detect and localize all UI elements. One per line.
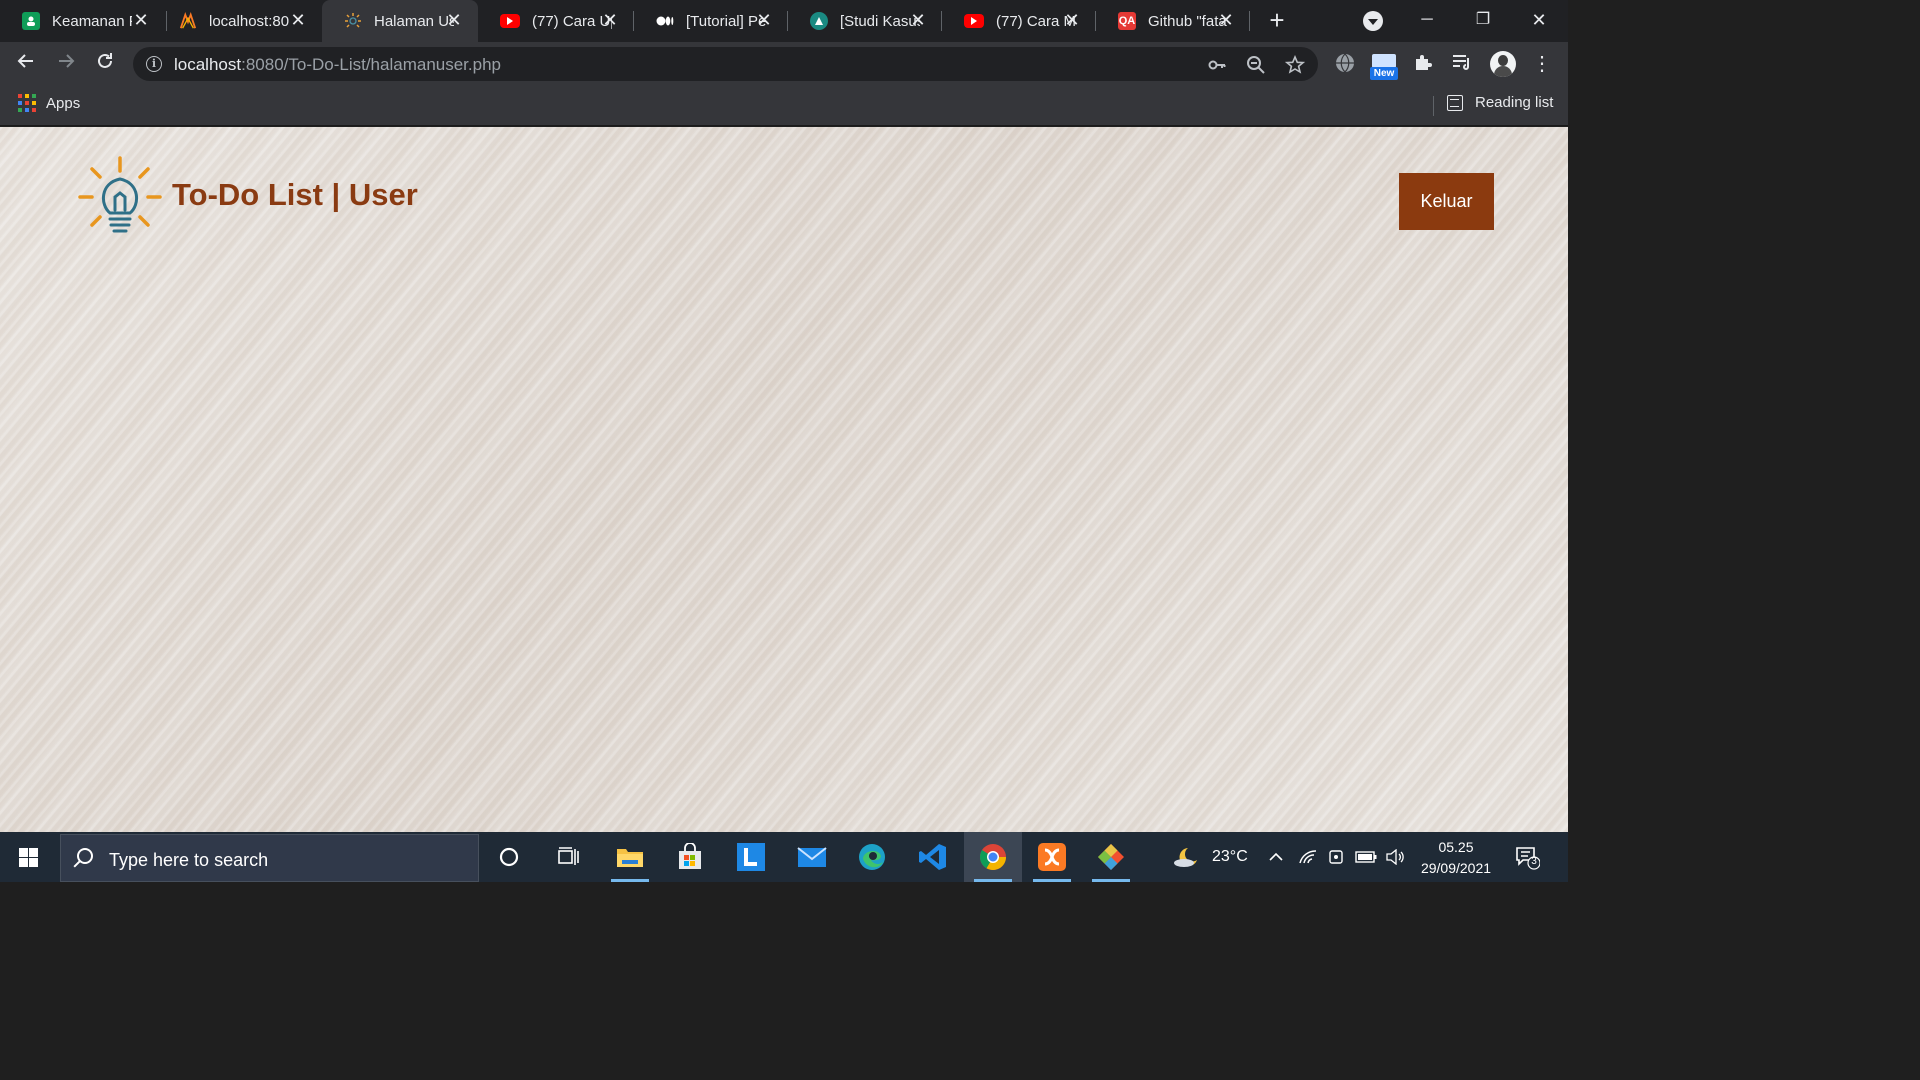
tab-keamanan[interactable]: Keamanan F ✕ bbox=[0, 0, 165, 42]
reading-list-button[interactable]: Reading list bbox=[1447, 94, 1553, 111]
start-button[interactable] bbox=[0, 832, 58, 882]
moon-cloud-icon bbox=[1174, 848, 1197, 867]
close-icon[interactable]: ✕ bbox=[131, 10, 151, 30]
close-icon[interactable]: ✕ bbox=[908, 10, 928, 30]
wifi-icon[interactable] bbox=[1298, 832, 1318, 882]
menu-kebab-icon[interactable]: ⋮ bbox=[1530, 52, 1554, 76]
extensions-puzzle-icon[interactable] bbox=[1411, 52, 1435, 76]
task-view-icon[interactable] bbox=[539, 832, 597, 882]
tab-title: Keamanan F bbox=[52, 12, 132, 30]
taskbar-search[interactable]: Type here to search bbox=[60, 834, 479, 882]
page-title: To-Do List | User bbox=[172, 177, 418, 212]
reload-icon bbox=[98, 53, 112, 68]
close-icon[interactable]: ✕ bbox=[600, 10, 620, 30]
weather-widget[interactable]: 23°C bbox=[1172, 832, 1248, 882]
vscode-icon[interactable] bbox=[904, 832, 962, 882]
clock-date: 29/09/2021 bbox=[1420, 860, 1492, 876]
tab-halaman-user[interactable]: Halaman Us ✕ bbox=[322, 0, 478, 42]
tab-title: localhost:80 bbox=[209, 12, 289, 30]
media-queue-icon[interactable] bbox=[1450, 52, 1474, 76]
windows-taskbar: Type here to search 23°C 05.25 29/09/202… bbox=[0, 832, 1568, 882]
url-host: localhost bbox=[174, 55, 242, 74]
tab-studi-kasus[interactable]: [Studi Kasus ✕ bbox=[788, 0, 942, 42]
tab-youtube-cara-up[interactable]: (77) Cara Up ✕ bbox=[478, 0, 634, 42]
lightbulb-favicon-icon bbox=[344, 12, 362, 30]
meet-now-icon[interactable] bbox=[1328, 832, 1344, 882]
close-icon[interactable]: ✕ bbox=[1216, 10, 1236, 30]
new-tab-button[interactable]: + bbox=[1264, 7, 1290, 34]
apps-label: Apps bbox=[46, 94, 81, 112]
forward-button[interactable] bbox=[52, 50, 80, 78]
medium-icon bbox=[656, 12, 674, 30]
url-path: :8080/To-Do-List/halamanuser.php bbox=[241, 55, 501, 74]
file-explorer-icon[interactable] bbox=[601, 832, 659, 882]
xampp-icon[interactable] bbox=[1023, 832, 1081, 882]
close-icon[interactable]: ✕ bbox=[444, 10, 464, 30]
notification-center-button[interactable]: 3 bbox=[1514, 844, 1541, 870]
url-text[interactable]: localhost:8080/To-Do-List/halamanuser.ph… bbox=[174, 55, 501, 75]
restore-button[interactable]: ❐ bbox=[1468, 6, 1498, 34]
chrome-icon[interactable] bbox=[964, 832, 1022, 882]
l-app-icon[interactable] bbox=[722, 832, 780, 882]
sheets-icon bbox=[22, 12, 40, 30]
lightbulb-logo-icon bbox=[78, 155, 162, 241]
tab-localhost[interactable]: localhost:80 ✕ bbox=[157, 0, 322, 42]
close-icon[interactable]: ✕ bbox=[754, 10, 774, 30]
profile-avatar[interactable] bbox=[1490, 51, 1516, 77]
apps-shortcut[interactable]: Apps bbox=[18, 94, 80, 112]
tab-tutorial[interactable]: [Tutorial] Pe ✕ bbox=[634, 0, 788, 42]
minimize-button[interactable]: ─ bbox=[1412, 6, 1442, 34]
tray-overflow-chevron-icon[interactable] bbox=[1268, 832, 1284, 882]
git-icon[interactable] bbox=[1082, 832, 1140, 882]
arrow-right-icon bbox=[59, 54, 75, 68]
reading-list-label: Reading list bbox=[1475, 94, 1554, 111]
tab-strip: Keamanan F ✕ localhost:80 ✕ Halaman Us ✕… bbox=[0, 0, 1568, 42]
cortana-icon[interactable] bbox=[480, 832, 538, 882]
battery-icon[interactable] bbox=[1355, 832, 1377, 882]
key-icon[interactable] bbox=[1207, 55, 1227, 75]
apps-grid-icon bbox=[18, 94, 36, 112]
tab-youtube-cara-m[interactable]: (77) Cara M ✕ bbox=[942, 0, 1096, 42]
page-content: To-Do List | User Keluar bbox=[0, 127, 1568, 832]
back-button[interactable] bbox=[12, 50, 40, 78]
close-icon[interactable]: ✕ bbox=[1062, 10, 1082, 30]
browser-toolbar: i localhost:8080/To-Do-List/halamanuser.… bbox=[0, 42, 1568, 86]
clock-time: 05.25 bbox=[1438, 839, 1474, 855]
search-placeholder: Type here to search bbox=[109, 850, 269, 870]
globe-extension-icon[interactable] bbox=[1333, 52, 1357, 76]
weather-temp: 23°C bbox=[1212, 848, 1248, 865]
address-bar[interactable]: i localhost:8080/To-Do-List/halamanuser.… bbox=[133, 47, 1318, 81]
bookmarks-separator bbox=[1433, 96, 1434, 116]
edge-icon[interactable] bbox=[843, 832, 901, 882]
reading-list-icon bbox=[1447, 94, 1463, 111]
mail-icon[interactable] bbox=[783, 832, 841, 882]
star-icon[interactable] bbox=[1284, 54, 1306, 75]
extension-icon bbox=[1372, 54, 1396, 68]
info-icon[interactable]: i bbox=[146, 56, 162, 72]
microsoft-store-icon[interactable] bbox=[661, 832, 719, 882]
volume-icon[interactable] bbox=[1385, 832, 1405, 882]
zoom-icon[interactable] bbox=[1246, 55, 1266, 75]
new-feature-badge[interactable]: New bbox=[1370, 54, 1398, 80]
arrow-left-icon bbox=[17, 54, 33, 68]
tab-separator bbox=[1249, 11, 1250, 31]
search-icon bbox=[77, 848, 93, 864]
tab-title: Halaman Us bbox=[374, 12, 454, 30]
close-window-button[interactable]: ✕ bbox=[1524, 6, 1554, 34]
system-clock[interactable]: 05.25 29/09/2021 bbox=[1410, 837, 1502, 879]
windows-logo-icon bbox=[19, 848, 38, 867]
qa-icon: QA bbox=[1118, 12, 1136, 30]
teal-app-icon bbox=[810, 12, 828, 30]
notification-count: 3 bbox=[1531, 856, 1537, 867]
tab-github[interactable]: QA Github "fata ✕ bbox=[1096, 0, 1250, 42]
youtube-icon bbox=[964, 14, 984, 28]
bookmarks-bar: Apps Reading list bbox=[0, 86, 1568, 126]
new-badge-label: New bbox=[1370, 67, 1398, 80]
youtube-icon bbox=[500, 14, 520, 28]
tab-search-button[interactable] bbox=[1363, 11, 1383, 31]
xampp-logo-icon bbox=[179, 12, 197, 30]
logout-button[interactable]: Keluar bbox=[1399, 173, 1494, 230]
reload-button[interactable] bbox=[91, 50, 119, 78]
close-icon[interactable]: ✕ bbox=[288, 10, 308, 30]
